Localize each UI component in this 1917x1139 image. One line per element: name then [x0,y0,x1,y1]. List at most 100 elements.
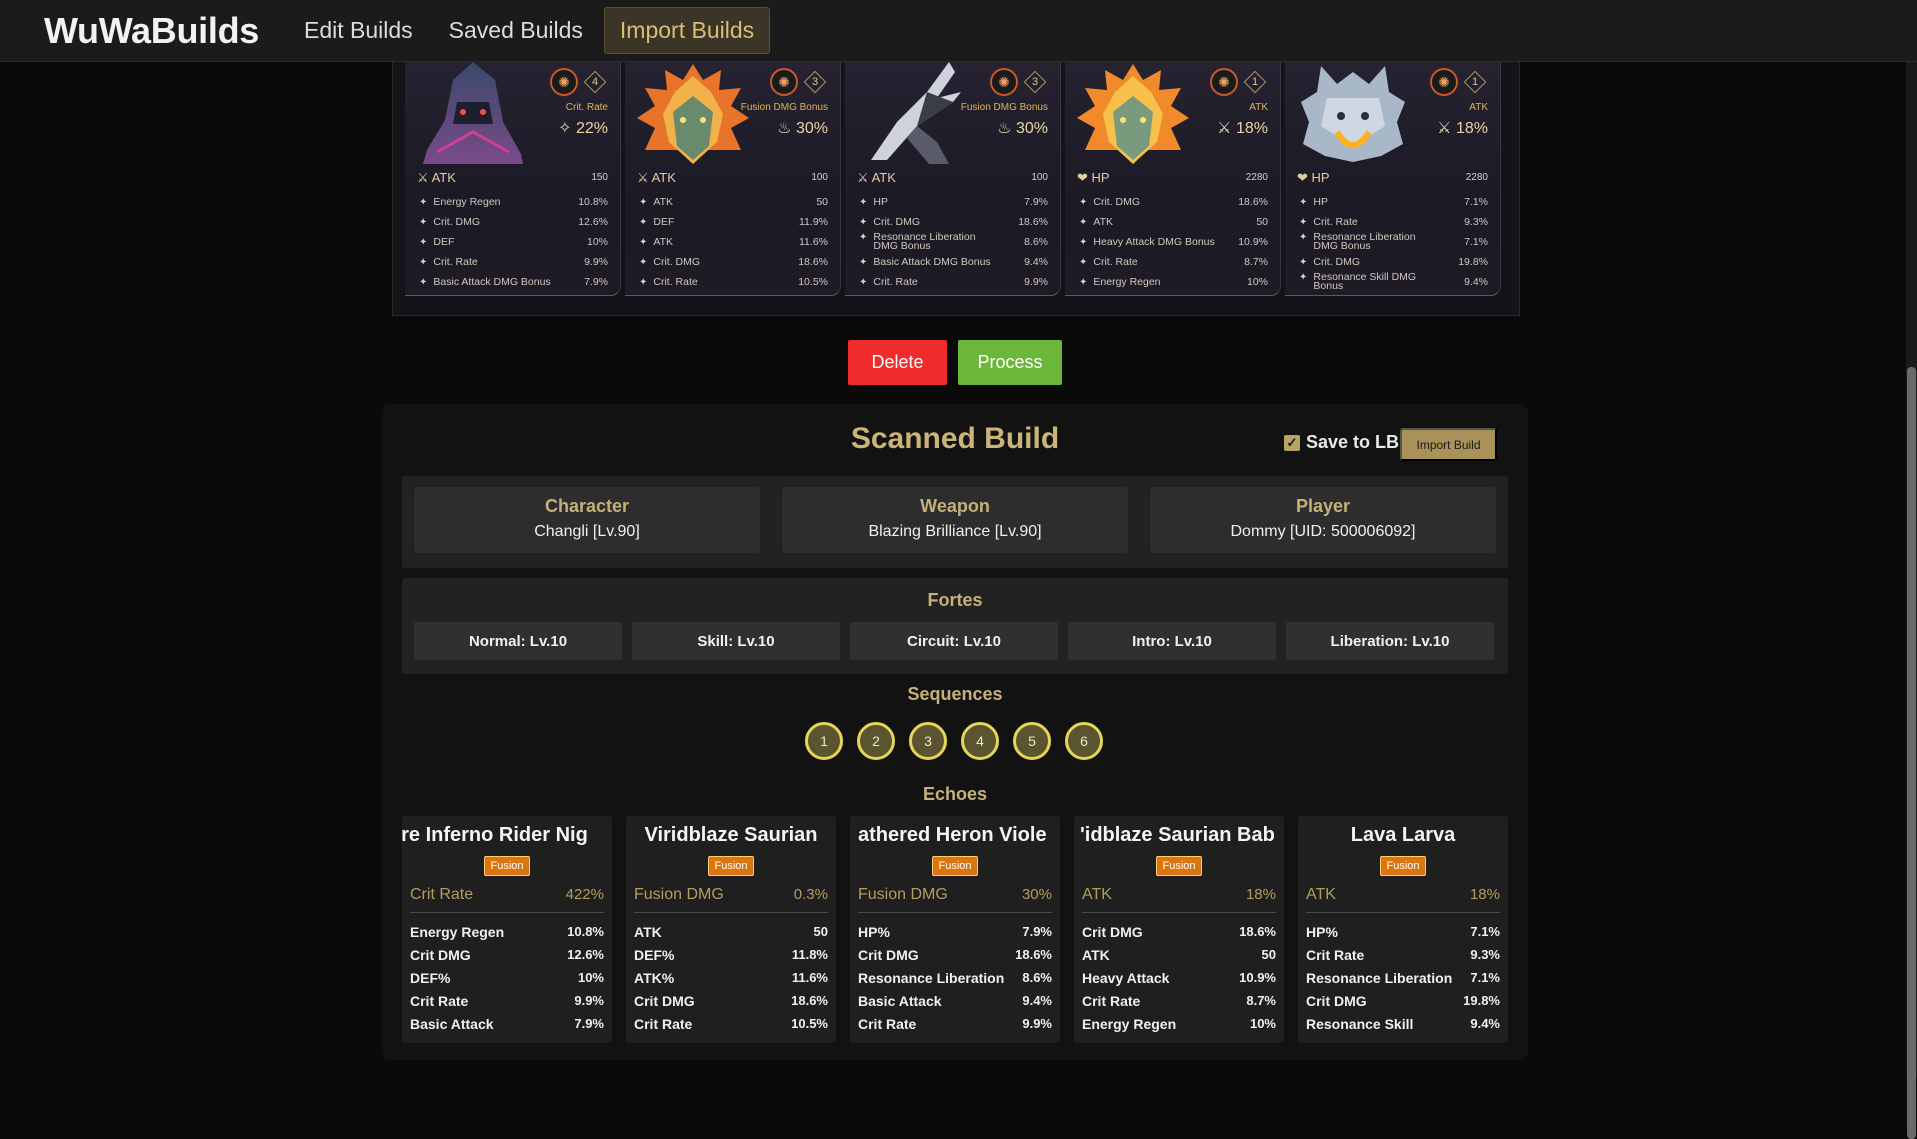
echo-portrait-viridblaze-saurian-2 [1077,64,1189,164]
substat-star-icon: ✦ [1299,232,1308,243]
echo-substat-row: HP% 7.1% [1306,923,1500,940]
substat-star-icon: ✦ [1079,236,1088,248]
hp-icon: ❤ HP [1297,170,1330,185]
substat-star-icon: ✦ [639,236,648,248]
atk-icon: ⚔ ATK [637,170,676,185]
echo-substat-row: Crit Rate 9.9% [410,992,604,1009]
echo-substats: ✦ Crit. DMG 18.6% ✦ ATK 50 ✦ Heavy Attack DMG… [1079,192,1268,292]
echo-substats: ✦ HP 7.1% ✦ Crit. Rate 9.3% ✦ Resonance Liber… [1299,192,1488,292]
substat-row: ✦ Crit. Rate 8.7% [1079,255,1268,268]
substat-row: ✦ Crit. DMG 18.6% [1079,195,1268,208]
substat-row: ✦ Crit. Rate 10.5% [639,275,828,288]
weapon-value: Blazing Brilliance [Lv.90] [868,523,1042,540]
echo-type-badge: Fusion [1380,856,1426,876]
substat-row: ✦ ATK 11.6% [639,235,828,248]
hp-icon: ❤ HP [1077,170,1110,185]
substat-star-icon: ✦ [1299,216,1308,228]
cost-icon: 3 [1024,71,1046,93]
echo-portrait-viridblaze-saurian [637,64,749,164]
echo-main-label: Crit. Rate [565,102,608,113]
scrollbar-thumb[interactable] [1907,367,1916,1139]
substat-row: ✦ Resonance Liberation DMG Bonus 7.1% [1299,231,1488,252]
echo-substats: ✦ HP 7.9% ✦ Crit. DMG 18.6% ✦ Resonance Liber… [859,192,1048,292]
echo-substat-row: ATK% 11.6% [634,969,828,986]
echo-cost: ✺ 1 [1430,68,1486,96]
echo-main-stat: Fusion DMG 0.3% [634,886,828,913]
character-box: Character Changli [Lv.90] [414,487,760,553]
substat-star-icon: ✦ [419,256,428,268]
echo-type-badge: Fusion [932,856,978,876]
substat-row: ✦ Crit. DMG 19.8% [1299,255,1488,268]
echo-substat-row: Crit Rate 9.3% [1306,946,1500,963]
echo-cost: ✺ 4 [550,68,606,96]
substat-row: ✦ Crit. DMG 18.6% [639,255,828,268]
echo-substat-row: Crit DMG 18.6% [858,946,1052,963]
echo-substat-row: Resonance Liberation 8.6% [858,969,1052,986]
game-echo-card: ✺ 3 Fusion DMG Bonus ♨ 30% ⚔ ATK 100 ✦ HP… [845,62,1061,296]
echo-card: 'idblaze Saurian Bab Fusion ATK 18% Crit … [1074,816,1284,1043]
game-echo-card: ✺ 1 ATK ⚔ 18% ❤ HP 2280 ✦ Crit. DMG 18.6% … [1065,62,1281,296]
echo-main-stat: Crit Rate 422% [410,886,604,913]
substat-row: ✦ Crit. DMG 18.6% [859,215,1048,228]
echo-substat-row: Crit Rate 9.9% [858,1015,1052,1032]
game-echo-card: ✺ 1 ATK ⚔ 18% ❤ HP 2280 ✦ HP 7.1% ✦ Crit. R… [1285,62,1501,296]
delete-button[interactable]: Delete [848,340,947,385]
fortes-title: Fortes [927,590,983,610]
echo-substats: Energy Regen 10.8% Crit DMG 12.6% DEF% 10% … [410,920,604,1035]
echo-substat-row: HP% 7.9% [858,923,1052,940]
echo-substat-row: DEF% 10% [410,969,604,986]
echo-substat-row: Resonance Liberation 7.1% [1306,969,1500,986]
game-echo-card: ✺ 4 Crit. Rate ✧ 22% ⚔ ATK 150 ✦ Energy R… [405,62,621,296]
echo-type-badge: Fusion [708,856,754,876]
page-scrollbar[interactable] [1906,62,1917,1139]
echo-main-stat: ⚔ ATK 100 [637,170,828,185]
nav-edit-builds[interactable]: Edit Builds [289,8,428,53]
brand-logo[interactable]: WuWaBuilds [44,10,259,52]
substat-row: ✦ ATK 50 [639,195,828,208]
echo-main-value: ⚔ 18% [1217,120,1268,137]
echo-cost: ✺ 3 [770,68,826,96]
substat-star-icon: ✦ [639,256,648,268]
substat-star-icon: ✦ [1079,276,1088,288]
sequence-node-5[interactable]: 5 [1013,722,1051,760]
sequence-node-3[interactable]: 3 [909,722,947,760]
substat-row: ✦ Energy Regen 10.8% [419,195,608,208]
echo-main-stat: ⚔ ATK 100 [857,170,1048,185]
nav-saved-builds[interactable]: Saved Builds [434,8,598,53]
sequence-node-2[interactable]: 2 [857,722,895,760]
sequence-node-6[interactable]: 6 [1065,722,1103,760]
checkbox-icon[interactable]: ✓ [1284,434,1300,451]
navbar: WuWaBuilds Edit Builds Saved Builds Impo… [0,0,1917,62]
echo-substat-row: Energy Regen 10.8% [410,923,604,940]
echo-cost: ✺ 3 [990,68,1046,96]
echo-card: Lava Larva Fusion ATK 18% HP% 7.1% Crit Ra… [1298,816,1508,1043]
echo-main-label: ATK [1469,102,1488,113]
substat-row: ✦ Crit. Rate 9.3% [1299,215,1488,228]
echo-substat-row: Crit Rate 8.7% [1082,992,1276,1009]
uploaded-screenshot-echo-strip: ✺ 4 Crit. Rate ✧ 22% ⚔ ATK 150 ✦ Energy R… [392,62,1520,316]
echo-name: Lava Larva [1350,824,1456,846]
substat-star-icon: ✦ [1299,272,1308,283]
substat-row: ✦ Crit. Rate 9.9% [419,255,608,268]
substat-star-icon: ✦ [1079,256,1088,268]
process-button[interactable]: Process [958,340,1062,385]
sonata-icon: ✺ [1430,68,1458,96]
sequence-node-4[interactable]: 4 [961,722,999,760]
forte-circuit: Circuit: Lv.10 [850,622,1058,660]
import-build-button[interactable]: Import Build [1400,428,1497,461]
substat-star-icon: ✦ [1079,216,1088,228]
sonata-icon: ✺ [990,68,1018,96]
substat-star-icon: ✦ [859,232,868,243]
echo-substat-row: Crit DMG 12.6% [410,946,604,963]
echo-card: are Inferno Rider Nig Fusion Crit Rate 42… [402,816,612,1043]
save-to-lb-toggle[interactable]: ✓ Save to LB [1284,432,1399,453]
game-echo-card: ✺ 3 Fusion DMG Bonus ♨ 30% ⚔ ATK 100 ✦ AT… [625,62,841,296]
nav-import-builds[interactable]: Import Builds [603,7,771,54]
substat-row: ✦ Resonance Skill DMG Bonus 9.4% [1299,271,1488,292]
echo-name: Viridblaze Saurian [644,824,818,846]
substat-row: ✦ Crit. DMG 12.6% [419,215,608,228]
sonata-icon: ✺ [1210,68,1238,96]
echo-substat-row: Crit DMG 18.6% [634,992,828,1009]
sequence-node-1[interactable]: 1 [805,722,843,760]
substat-row: ✦ DEF 10% [419,235,608,248]
